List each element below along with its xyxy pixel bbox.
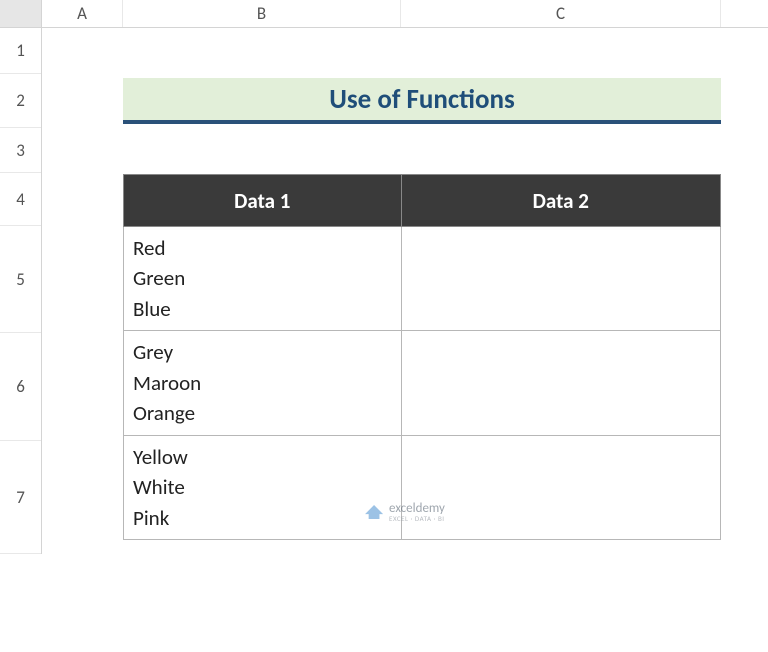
header-data2[interactable]: Data 2	[401, 175, 720, 227]
cell-b5[interactable]: Red Green Blue	[124, 227, 402, 331]
row-header-6[interactable]: 6	[0, 333, 41, 441]
grid-body: 1 2 3 4 5 6 7 Use of Functions Data 1 Da…	[0, 28, 768, 554]
table-row: Grey Maroon Orange	[124, 331, 721, 435]
cells-area[interactable]: Use of Functions Data 1 Data 2 Red Green…	[42, 28, 768, 554]
cell-c5[interactable]	[401, 227, 720, 331]
row-header-3[interactable]: 3	[0, 128, 41, 173]
row-headers: 1 2 3 4 5 6 7	[0, 28, 42, 554]
cell-c6[interactable]	[401, 331, 720, 435]
row-header-2[interactable]: 2	[0, 74, 41, 128]
table-row: Yellow White Pink	[124, 435, 721, 539]
row-header-7[interactable]: 7	[0, 441, 41, 554]
column-headers: A B C	[0, 0, 768, 28]
column-header-c[interactable]: C	[401, 0, 721, 27]
table-header-row: Data 1 Data 2	[124, 175, 721, 227]
house-icon	[365, 505, 383, 519]
row-header-1[interactable]: 1	[0, 28, 41, 74]
cell-c7[interactable]	[401, 435, 720, 539]
sheet-title[interactable]: Use of Functions	[123, 78, 721, 124]
table-row: Red Green Blue	[124, 227, 721, 331]
cell-b7[interactable]: Yellow White Pink	[124, 435, 402, 539]
spreadsheet-view: A B C 1 2 3 4 5 6 7 Use of Functions Dat…	[0, 0, 768, 652]
watermark: exceldemy EXCEL · DATA · BI	[365, 502, 445, 522]
select-all-corner[interactable]	[0, 0, 42, 27]
column-header-a[interactable]: A	[42, 0, 123, 27]
column-header-b[interactable]: B	[123, 0, 401, 27]
row-header-4[interactable]: 4	[0, 173, 41, 226]
cell-b6[interactable]: Grey Maroon Orange	[124, 331, 402, 435]
watermark-tag: EXCEL · DATA · BI	[389, 515, 445, 522]
row-header-5[interactable]: 5	[0, 226, 41, 333]
header-data1[interactable]: Data 1	[124, 175, 402, 227]
data-table: Data 1 Data 2 Red Green Blue Grey Maroon…	[123, 174, 721, 540]
watermark-text: exceldemy EXCEL · DATA · BI	[389, 502, 445, 522]
